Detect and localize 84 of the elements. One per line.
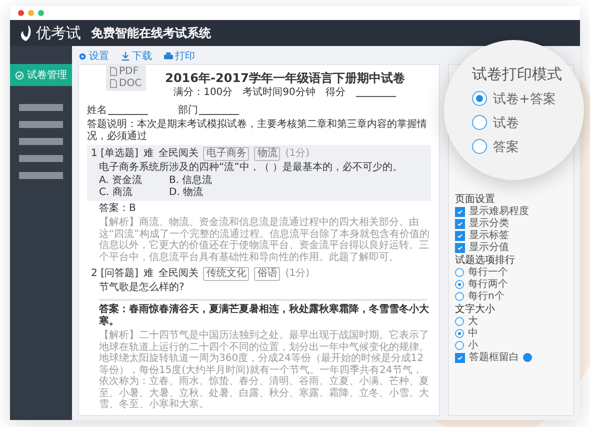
download-icon (121, 52, 130, 60)
leaf-logo-icon (20, 25, 32, 41)
field-label: 姓名 (87, 105, 107, 118)
answer-text: 答案：春雨惊春清谷天，夏满芒夏暑相连，秋处露秋寒霜降，冬雪雪冬小大寒。 (98, 304, 430, 328)
section-heading: 页面设置 (455, 194, 496, 205)
tag: 电子商务 (203, 147, 250, 162)
radio-button[interactable] (455, 292, 464, 301)
radio-label: 试卷+答案 (493, 90, 556, 108)
menu-placeholder-bar (19, 172, 63, 179)
score: (1分) (285, 268, 310, 280)
exam-meta: 得分 (325, 87, 346, 100)
toolbar-button[interactable]: 打印 (164, 49, 195, 63)
print-mode-title: 试卷打印模式 (472, 64, 563, 84)
question-text: 电子商务系统所涉及的四种“流”中，（ ）是最基本的，必不可少的。 (98, 162, 404, 174)
section-heading: 试题选项排行 (455, 255, 516, 266)
question-number: 1 [单选题] (91, 148, 138, 160)
checkbox[interactable] (455, 352, 465, 362)
toolbar-button[interactable]: 下载 (121, 49, 152, 63)
window-control-dot[interactable] (38, 10, 44, 16)
menu-placeholder-bar (19, 155, 63, 162)
checkbox[interactable] (455, 242, 465, 252)
check-circle-icon (15, 70, 24, 80)
window-control-dot[interactable] (18, 10, 24, 16)
tagline: 免费智能在线考试系统 (91, 24, 211, 42)
radio-label: 每行一个 (468, 267, 508, 278)
radio-label: 大 (468, 316, 478, 327)
exam-meta: 满分：100分 (174, 87, 233, 100)
checkmark-icon (457, 354, 463, 360)
answer-option: B. 信息流 (169, 175, 239, 188)
analysis-text: 【解析】商流、物流、资金流和信息流是流通过程中的四大相关部分。由这“四流”构成了一个完整的流通过程。信息流平台除了本身就包含有价值的信息以外，它更大的价值还在于使物流平台、资金流平台得以良好运转。三个平台中，信息流平台具有基础性和导向性的作用。此题了解即可。 (98, 217, 430, 264)
category: 全民阅关 (158, 148, 198, 160)
radio-button[interactable] (472, 139, 487, 154)
section-heading: 文字大小 (455, 304, 496, 315)
category: 全民阅关 (158, 268, 198, 280)
radio-label: 每行两个 (468, 279, 508, 290)
checkbox[interactable] (455, 230, 465, 240)
checkbox-label: 显示分类 (469, 218, 509, 229)
checkbox[interactable] (455, 206, 465, 216)
answer-option: A. 资金流 (99, 175, 169, 188)
score: (1分) (285, 148, 310, 160)
tag: 传统文化 (203, 267, 250, 282)
radio-button[interactable] (472, 115, 487, 130)
radio-button[interactable] (472, 91, 487, 106)
radio-button[interactable] (455, 317, 464, 326)
checkbox-label: 显示标签 (469, 230, 509, 241)
logo-text: 优考试 (36, 24, 81, 42)
radio-button[interactable] (455, 268, 464, 277)
printer-icon (164, 52, 173, 60)
difficulty: 难 (143, 148, 154, 160)
radio-label: 试卷 (493, 114, 519, 132)
radio-label: 答案 (493, 138, 519, 156)
checkbox[interactable] (455, 218, 465, 228)
menu-item[interactable]: PDF (110, 66, 142, 77)
instructions: 答题说明：本次是期末考试模拟试卷，主要考核第二章和第三章内容的掌握情况，必须通过 (87, 119, 428, 144)
toolbar-button[interactable]: 设置 (78, 49, 109, 63)
question-number: 2 [问答题] (91, 268, 138, 280)
window-control-dot[interactable] (28, 10, 34, 16)
checkbox-label: 显示难易程度 (469, 206, 529, 217)
radio-label: 中 (468, 328, 478, 339)
radio-label: 小 (468, 340, 478, 351)
menu-placeholder-bar (19, 138, 63, 145)
exam-meta: 考试时间90分钟 (242, 87, 316, 100)
settings-icon (78, 52, 87, 60)
checkbox-label: 答题框留白 (469, 352, 519, 363)
field-label: 部门 (178, 105, 198, 118)
radio-button[interactable] (455, 280, 464, 289)
sidebar-item[interactable]: 试卷管理 (10, 64, 72, 86)
answer-option: C. 商流 (99, 187, 169, 200)
radio-button[interactable] (455, 329, 464, 338)
menu-item[interactable]: DOC (110, 78, 142, 89)
analysis-text: 【解析】二十四节气是中国历法独到之处。最早出现于战国时期。它表示了地球在轨道上运行的二十四个不同的位置，划分出一年中气候变化的规律。地球绕太阳旋转轨道一周为360度，分成24等份（最开始的时候是分成12等份），每份15度(大约半月时间)就有一个节气。一年四季共有24节气，依次称为：立春、雨水、惊蛰、春分、清明、谷雨、立夏、小满、芒种、夏至、小暑、大暑、立秋、处暑、白露、秋分、寒露、霜降、立冬、小雪、大雪、冬至、小寒和大寒。 (98, 330, 430, 411)
tag: 物流 (254, 147, 280, 162)
menu-placeholder-bar (19, 121, 63, 128)
menu-placeholder-bar (19, 104, 63, 111)
answer-option: D. 物流 (169, 187, 239, 200)
checkbox-label: 显示分值 (469, 242, 509, 253)
question-text: 节气歌是怎么样的? (98, 282, 186, 294)
help-icon[interactable] (523, 353, 532, 362)
radio-button[interactable] (455, 341, 464, 350)
tag: 俗语 (254, 267, 280, 282)
radio-label: 每行n个 (468, 291, 504, 302)
difficulty: 难 (143, 268, 154, 280)
exam-title: 2016年-2017学年一年级语言下册期中试卷 (164, 71, 406, 86)
answer-text: 答案：B (98, 203, 137, 216)
